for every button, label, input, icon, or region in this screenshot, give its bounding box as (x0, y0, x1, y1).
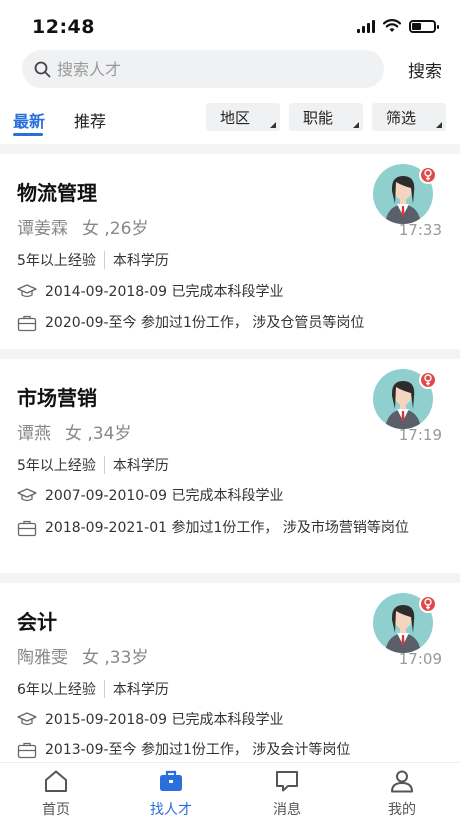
nav-home[interactable]: 首页 (16, 769, 96, 817)
candidate-sex-age: 女 ,34岁 (65, 424, 132, 444)
search-input[interactable] (57, 59, 357, 79)
tag-separator (103, 251, 105, 269)
filter-more-label: 筛选 (386, 108, 417, 127)
candidate-job-title: 市场营销 (17, 386, 97, 410)
home-icon (45, 770, 67, 792)
candidate-sex-age: 女 ,33岁 (82, 648, 149, 668)
candidate-card[interactable]: 物流管理 谭姜霖女 ,26岁 5年以上经验 本科学历 2014-09-2018-… (0, 164, 460, 347)
candidate-education: 本科学历 (112, 458, 169, 474)
candidate-experience: 6年以上经验 (17, 682, 96, 698)
nav-messages[interactable]: 消息 (247, 769, 327, 817)
search-button[interactable]: 搜索 (408, 57, 442, 82)
tab-latest[interactable]: 最新 (13, 108, 45, 132)
candidate-sex-age: 女 ,26岁 (82, 219, 149, 239)
candidate-card[interactable]: 会计 陶雅雯女 ,33岁 6年以上经验 本科学历 2015-09-2018-09… (0, 593, 460, 766)
candidate-time: 17:19 (398, 426, 442, 444)
section-divider (0, 349, 460, 359)
section-divider (0, 573, 460, 583)
filter-function-label: 职能 (303, 108, 334, 127)
filter-more[interactable]: 筛选 (372, 103, 446, 131)
nav-home-label: 首页 (42, 802, 70, 817)
briefcase-icon (17, 742, 37, 759)
message-icon (276, 771, 298, 792)
nav-find-talent-label: 找人才 (150, 802, 192, 817)
candidate-education-history: 2007-09-2010-09 已完成本科段学业 (45, 488, 284, 504)
status-bar: 12:48 (0, 0, 460, 44)
female-badge-icon (419, 166, 437, 184)
candidate-time: 17:09 (398, 650, 442, 668)
candidate-education-history: 2015-09-2018-09 已完成本科段学业 (45, 712, 284, 728)
tab-filter-row: 最新 推荐 地区 职能 筛选 (0, 100, 460, 140)
candidate-education-history: 2014-09-2018-09 已完成本科段学业 (45, 284, 284, 300)
candidate-job-title: 会计 (17, 610, 57, 634)
user-icon (391, 770, 413, 793)
female-badge-icon (419, 595, 437, 613)
nav-find-talent[interactable]: 找人才 (131, 769, 211, 817)
nav-mine-label: 我的 (388, 802, 416, 817)
briefcase-icon (17, 520, 37, 537)
candidate-work-history: 2013-09-至今 参加过1份工作， 涉及会计等岗位 (45, 742, 351, 758)
graduation-cap-icon (17, 488, 37, 502)
candidate-education: 本科学历 (112, 253, 169, 269)
tab-active-indicator (13, 133, 43, 136)
status-time: 12:48 (32, 16, 95, 38)
candidate-education: 本科学历 (112, 682, 169, 698)
search-icon (34, 61, 51, 77)
female-badge-icon (419, 371, 437, 389)
candidate-name: 谭姜霖 (17, 219, 68, 239)
briefcase-icon (160, 770, 182, 791)
bottom-nav: 首页 找人才 消息 我的 (0, 762, 460, 817)
candidate-job-title: 物流管理 (17, 181, 97, 205)
nav-messages-label: 消息 (273, 802, 301, 817)
candidate-experience: 5年以上经验 (17, 458, 96, 474)
signal-icon (357, 19, 375, 33)
filter-region[interactable]: 地区 (206, 103, 280, 131)
battery-icon (409, 19, 439, 33)
nav-mine[interactable]: 我的 (362, 769, 442, 817)
candidate-work-history: 2020-09-至今 参加过1份工作， 涉及仓管员等岗位 (45, 315, 365, 331)
wifi-icon (383, 19, 401, 32)
tab-recommend[interactable]: 推荐 (74, 108, 106, 132)
graduation-cap-icon (17, 284, 37, 298)
search-bar: 搜索 (22, 50, 442, 88)
battery-level (412, 22, 422, 30)
avatar (373, 164, 437, 224)
filter-region-label: 地区 (220, 108, 251, 127)
candidate-time: 17:33 (398, 221, 442, 239)
tag-separator (103, 680, 105, 698)
briefcase-icon (17, 315, 37, 332)
filter-function[interactable]: 职能 (289, 103, 363, 131)
candidate-name: 陶雅雯 (17, 648, 68, 668)
dropdown-triangle-icon (270, 122, 276, 128)
tag-separator (103, 456, 105, 474)
graduation-cap-icon (17, 712, 37, 726)
candidate-experience: 5年以上经验 (17, 253, 96, 269)
candidate-card[interactable]: 市场营销 谭燕女 ,34岁 5年以上经验 本科学历 2007-09-2010-0… (0, 369, 460, 572)
dropdown-triangle-icon (436, 122, 442, 128)
search-box[interactable] (22, 50, 384, 88)
avatar (373, 369, 437, 429)
candidate-work-history: 2018-09-2021-01 参加过1份工作， 涉及市场营销等岗位 (45, 520, 409, 536)
avatar (373, 593, 437, 653)
candidate-name: 谭燕 (17, 424, 51, 444)
section-divider (0, 144, 460, 154)
dropdown-triangle-icon (353, 122, 359, 128)
